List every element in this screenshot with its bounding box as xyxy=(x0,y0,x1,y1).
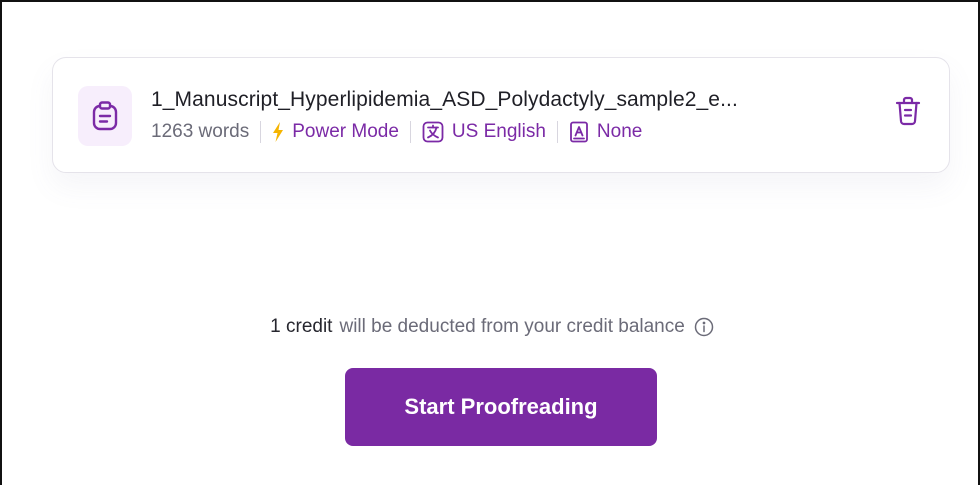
style-guide-icon xyxy=(570,121,588,143)
proofreading-panel: 1_Manuscript_Hyperlipidemia_ASD_Polydact… xyxy=(0,0,980,485)
lightning-icon xyxy=(273,122,284,142)
credit-amount: 1 credit xyxy=(270,316,333,337)
meta-divider xyxy=(260,121,262,143)
file-name: 1_Manuscript_Hyperlipidemia_ASD_Polydact… xyxy=(151,88,738,111)
delete-file-button[interactable] xyxy=(893,94,923,128)
mode-label: Power Mode xyxy=(292,121,399,142)
info-icon[interactable] xyxy=(694,317,714,337)
credit-notice: 1 credit will be deducted from your cred… xyxy=(2,316,980,338)
credit-message: will be deducted from your credit balanc… xyxy=(339,316,685,337)
trash-icon xyxy=(895,96,921,126)
clipboard-icon xyxy=(78,86,132,146)
file-card: 1_Manuscript_Hyperlipidemia_ASD_Polydact… xyxy=(52,57,950,173)
meta-divider xyxy=(556,121,558,143)
mode-chip: Power Mode xyxy=(272,121,399,143)
word-count: 1263 words xyxy=(151,121,250,142)
file-meta: 1263 words Power Mode US English None xyxy=(151,121,642,143)
style-label: None xyxy=(596,121,643,142)
language-icon xyxy=(422,121,444,143)
style-chip: None xyxy=(569,121,642,143)
meta-divider xyxy=(409,121,411,143)
language-chip: US English xyxy=(422,121,546,143)
language-label: US English xyxy=(451,121,546,142)
start-proofreading-button[interactable]: Start Proofreading xyxy=(345,368,657,446)
